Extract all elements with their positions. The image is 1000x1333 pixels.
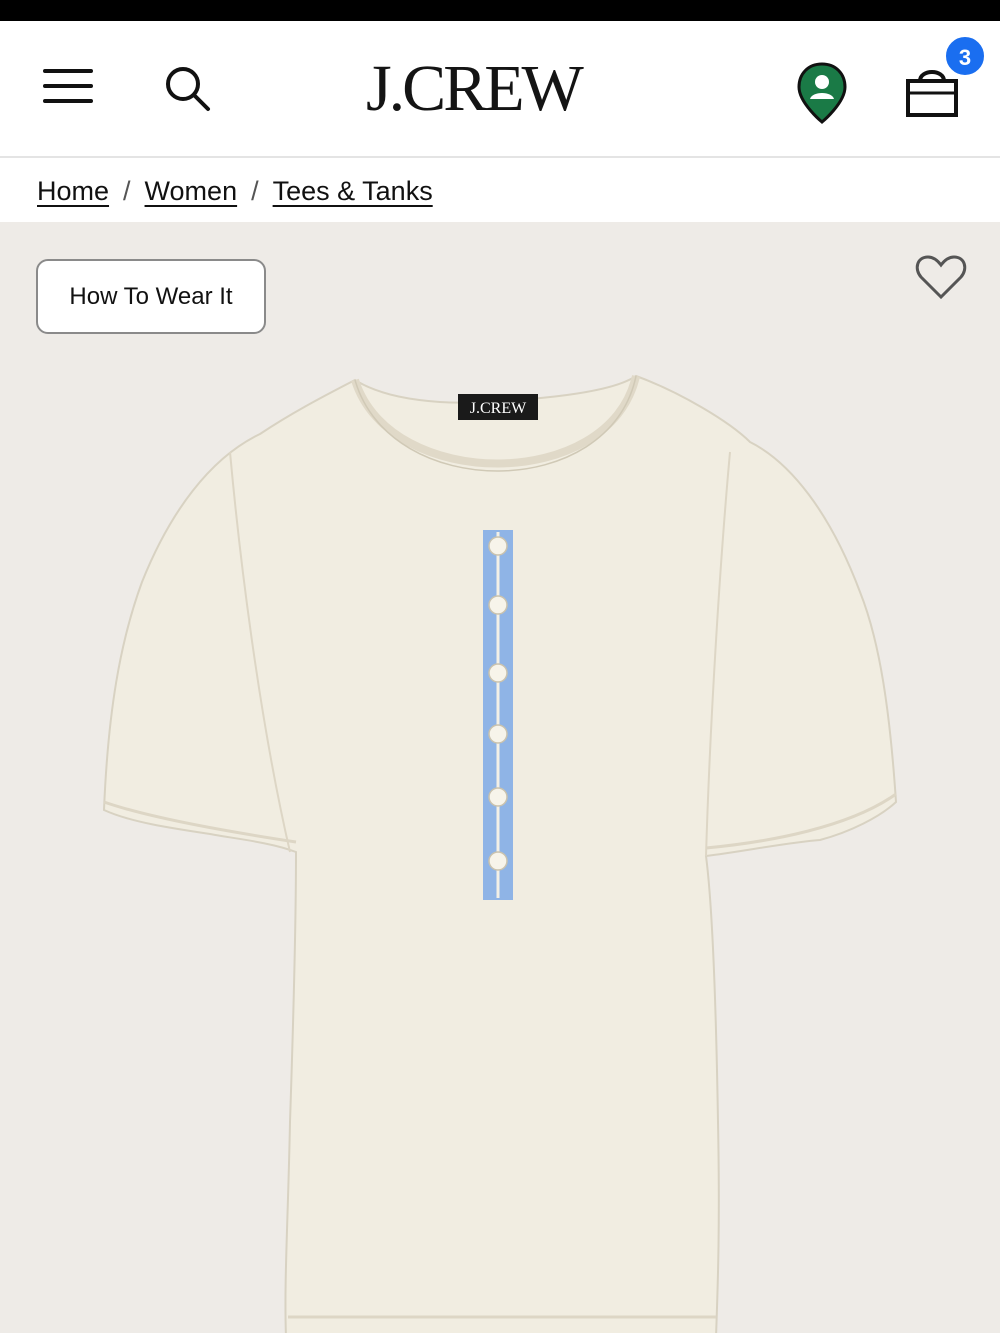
breadcrumb-women[interactable]: Women xyxy=(145,176,238,207)
how-to-wear-it-button[interactable]: How To Wear It xyxy=(36,259,266,334)
search-icon[interactable] xyxy=(160,61,216,117)
garment-label-text: J.CREW xyxy=(470,400,527,417)
product-image-gallery[interactable]: How To Wear It J.CREW xyxy=(0,222,1000,1333)
location-pin-icon[interactable] xyxy=(796,61,848,125)
status-bar xyxy=(0,0,1000,21)
heart-icon[interactable] xyxy=(914,252,968,302)
breadcrumb-home[interactable]: Home xyxy=(37,176,109,207)
breadcrumb-separator: / xyxy=(251,175,259,206)
product-image: J.CREW xyxy=(102,374,898,1333)
breadcrumb-separator: / xyxy=(123,175,131,206)
brand-logo[interactable]: J.CREW xyxy=(366,49,620,129)
breadcrumb-tees-tanks[interactable]: Tees & Tanks xyxy=(273,176,433,207)
breadcrumb: Home / Women / Tees & Tanks xyxy=(0,160,1000,222)
menu-icon[interactable] xyxy=(40,66,96,106)
site-header: J.CREW 3 xyxy=(0,21,1000,158)
bag-count-badge: 3 xyxy=(944,35,986,77)
